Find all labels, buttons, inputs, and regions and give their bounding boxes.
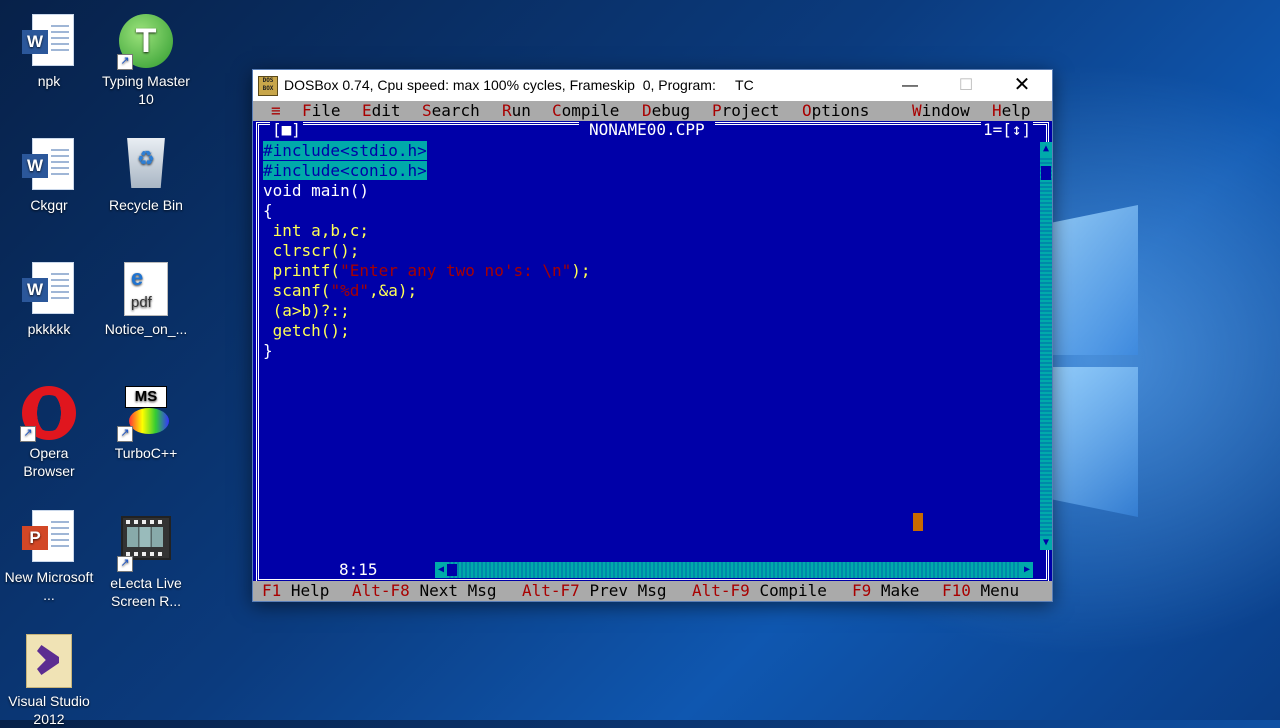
desktop-icon-label: pkkkkk bbox=[27, 321, 71, 337]
scroll-right-arrow-icon[interactable]: ▶ bbox=[1021, 562, 1033, 578]
scroll-left-arrow-icon[interactable]: ◀ bbox=[435, 562, 447, 578]
menu-help[interactable]: Help bbox=[992, 101, 1031, 121]
maximize-button[interactable]: ☐ bbox=[943, 70, 989, 101]
menu-file[interactable]: File bbox=[302, 101, 341, 121]
desktop-icon-typing-master[interactable]: T ↗ Typing Master 10 bbox=[98, 14, 194, 108]
desktop-icon-visual-studio[interactable]: Visual Studio 2012 bbox=[1, 634, 97, 728]
word-document-icon: W bbox=[22, 138, 76, 192]
pdf-file-icon: e pdf bbox=[119, 262, 173, 316]
shortcut-arrow-icon: ↗ bbox=[117, 556, 133, 572]
code-line: clrscr(); bbox=[263, 241, 360, 260]
windows-logo-wallpaper bbox=[1050, 205, 1250, 525]
minimize-button[interactable]: — bbox=[887, 70, 933, 101]
desktop-icon-new-powerpoint[interactable]: P New Microsoft ... bbox=[1, 510, 97, 604]
status-make[interactable]: F9 Make bbox=[852, 581, 919, 601]
status-compile[interactable]: Alt-F9 Compile bbox=[692, 581, 827, 601]
window-titlebar[interactable]: DOS BOX DOSBox 0.74, Cpu speed: max 100%… bbox=[253, 70, 1052, 101]
powerpoint-document-icon: P bbox=[22, 510, 76, 564]
mouse-cursor-block bbox=[913, 513, 923, 531]
desktop-icon-pkkkkk[interactable]: W pkkkkk bbox=[1, 262, 97, 338]
word-document-icon: W bbox=[22, 14, 76, 68]
desktop-icon-label: New Microsoft ... bbox=[4, 569, 94, 603]
code-line: (a>b)?:; bbox=[263, 301, 350, 320]
desktop-icon-electa[interactable]: ↗ eLecta Live Screen R... bbox=[98, 510, 194, 610]
desktop-icon-label: Notice_on_... bbox=[104, 321, 188, 337]
turbo-c-menubar: ≡ File Edit Search Run Compile Debug Pro… bbox=[253, 101, 1052, 121]
vertical-scrollbar[interactable]: ▲ ▼ bbox=[1040, 142, 1052, 550]
vertical-scroll-thumb[interactable] bbox=[1041, 166, 1051, 180]
editor-filename: NONAME00.CPP bbox=[579, 121, 715, 139]
opera-browser-icon: ↗ bbox=[20, 386, 76, 442]
shortcut-arrow-icon: ↗ bbox=[117, 54, 133, 70]
dosbox-app-icon: DOS BOX bbox=[258, 76, 278, 96]
code-line: scanf("%d",&a); bbox=[263, 281, 418, 300]
code-line: printf("Enter any two no's: \n"); bbox=[263, 261, 591, 280]
window-title: DOSBox 0.74, Cpu speed: max 100% cycles,… bbox=[284, 77, 754, 93]
desktop-icon-label: Ckgqr bbox=[30, 197, 68, 213]
desktop-icon-recycle-bin[interactable]: Recycle Bin bbox=[98, 138, 194, 214]
desktop-icon-turboc[interactable]: MS ↗ TurboC++ bbox=[98, 386, 194, 462]
shortcut-arrow-icon: ↗ bbox=[20, 426, 36, 442]
desktop-icon-notice[interactable]: e pdf Notice_on_... bbox=[98, 262, 194, 338]
logo-pane-top bbox=[1050, 205, 1138, 355]
status-menu[interactable]: F10 Menu bbox=[942, 581, 1019, 601]
close-button[interactable]: ✕ bbox=[999, 70, 1045, 101]
shortcut-arrow-icon: ↗ bbox=[117, 426, 133, 442]
code-line: void main() bbox=[263, 181, 369, 200]
desktop-icon-label: npk bbox=[37, 73, 61, 89]
horizontal-scroll-thumb[interactable] bbox=[447, 564, 457, 576]
code-line: int a,b,c; bbox=[263, 221, 369, 240]
editor-window-number[interactable]: 1=[↕] bbox=[981, 121, 1034, 139]
film-strip-icon: ↗ bbox=[117, 516, 173, 572]
horizontal-scrollbar[interactable]: ◀ ▶ bbox=[435, 562, 1033, 578]
logo-pane-bottom bbox=[1050, 367, 1138, 517]
cursor-position-indicator: 8:15 bbox=[333, 561, 384, 579]
status-f1-help[interactable]: F1 Help bbox=[262, 581, 329, 601]
visual-studio-icon bbox=[22, 634, 76, 688]
code-line: #include<conio.h> bbox=[263, 161, 427, 180]
menu-window[interactable]: Window bbox=[912, 101, 970, 121]
menu-options[interactable]: Options bbox=[802, 101, 869, 121]
desktop-icon-label: Opera Browser bbox=[23, 445, 75, 479]
desktop-icon-label: Visual Studio 2012 bbox=[8, 693, 90, 727]
code-line: #include<stdio.h> bbox=[263, 141, 427, 160]
recycle-bin-icon bbox=[119, 138, 173, 192]
menu-search[interactable]: Search bbox=[422, 101, 480, 121]
desktop-icon-ckgqr[interactable]: W Ckgqr bbox=[1, 138, 97, 214]
editor-window-frame bbox=[256, 122, 1049, 582]
turbo-c-statusbar: F1 Help Alt-F8 Next Msg Alt-F7 Prev Msg … bbox=[253, 581, 1052, 601]
typing-master-icon: T ↗ bbox=[117, 14, 173, 70]
code-line: { bbox=[263, 201, 273, 220]
desktop-icon-npk[interactable]: W npk bbox=[1, 14, 97, 90]
desktop-icon-label: Recycle Bin bbox=[109, 197, 183, 213]
menu-project[interactable]: Project bbox=[712, 101, 779, 121]
desktop-icon-label: Typing Master 10 bbox=[102, 73, 190, 107]
menu-system[interactable]: ≡ bbox=[271, 101, 281, 121]
desktop-icon-opera[interactable]: ↗ Opera Browser bbox=[1, 386, 97, 480]
word-document-icon: W bbox=[22, 262, 76, 316]
desktop-icon-label: TurboC++ bbox=[114, 445, 178, 461]
menu-run[interactable]: Run bbox=[502, 101, 531, 121]
editor-close-box[interactable]: [■] bbox=[270, 121, 303, 139]
dos-screen[interactable]: ≡ File Edit Search Run Compile Debug Pro… bbox=[253, 101, 1052, 601]
code-line: } bbox=[263, 341, 273, 360]
scroll-down-arrow-icon[interactable]: ▼ bbox=[1040, 536, 1052, 550]
menu-edit[interactable]: Edit bbox=[362, 101, 401, 121]
status-next-msg[interactable]: Alt-F8 Next Msg bbox=[352, 581, 497, 601]
turbo-cpp-icon: MS ↗ bbox=[117, 386, 173, 442]
menu-compile[interactable]: Compile bbox=[552, 101, 619, 121]
dosbox-window[interactable]: DOS BOX DOSBox 0.74, Cpu speed: max 100%… bbox=[252, 69, 1053, 602]
status-prev-msg[interactable]: Alt-F7 Prev Msg bbox=[522, 581, 667, 601]
scroll-up-arrow-icon[interactable]: ▲ bbox=[1040, 142, 1052, 156]
menu-debug[interactable]: Debug bbox=[642, 101, 690, 121]
code-line: getch(); bbox=[263, 321, 350, 340]
desktop-icon-label: eLecta Live Screen R... bbox=[110, 575, 182, 609]
